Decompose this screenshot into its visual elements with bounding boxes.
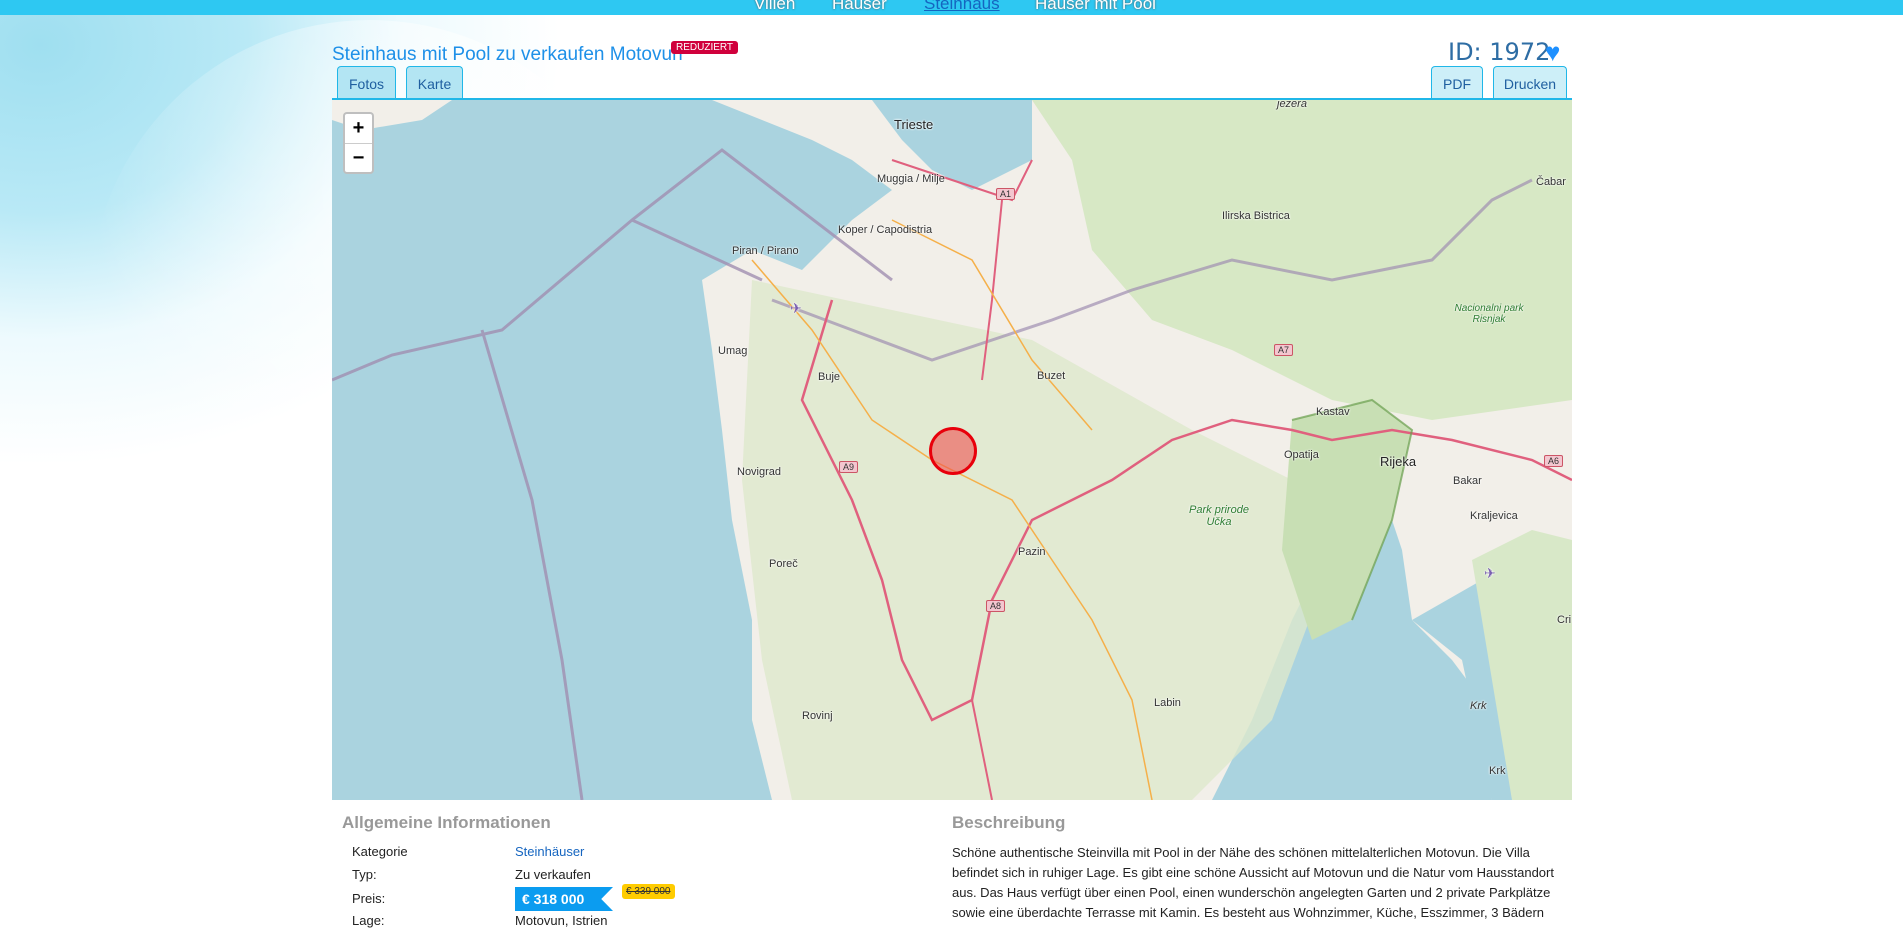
nav-haeuser[interactable]: Häuser [832,0,887,14]
print-button[interactable]: Drucken [1493,66,1567,100]
nav-steinhaus[interactable]: Steinhaus [924,0,1000,14]
map-label: Kastav [1316,406,1350,418]
tab-fotos[interactable]: Fotos [337,66,396,100]
airport-icon: ✈ [790,300,802,316]
heart-icon[interactable]: ♥ [1545,37,1560,68]
map-label: Muggia / Milje [877,173,945,185]
info-label: Typ: [352,867,377,882]
pdf-button[interactable]: PDF [1431,66,1483,100]
map[interactable]: + − Trieste Muggia / Milje Koper / Capod… [332,100,1572,800]
map-label: Krk [1489,765,1506,777]
road-shield: A6 [1544,455,1564,467]
property-id: ID: 1972 [1448,38,1551,66]
reduced-badge: REDUZIERT [671,41,739,54]
road-shield: A9 [839,461,859,473]
map-label: Krk [1470,700,1487,712]
map-label: Opatija [1284,449,1319,461]
price-tag: € 318 000 [515,887,613,911]
map-label: Čabar [1536,176,1566,188]
map-label: Piran / Pirano [732,245,799,257]
road-shield: A7 [1274,344,1294,356]
info-value: Motovun, Istrien [515,913,608,928]
zoom-in-button[interactable]: + [345,114,372,143]
page-title: Steinhaus mit Pool zu verkaufen Motovun [332,44,683,65]
map-label: Buzet [1037,370,1066,382]
map-label: Buje [818,371,841,383]
map-label: Bakar [1453,475,1482,487]
top-nav: Villen Häuser Steinhaus Häuser mit Pool [0,0,1903,15]
info-label: Preis: [352,891,386,906]
old-price: € 339 000 [622,884,675,899]
category-link[interactable]: Steinhäuser [515,844,584,859]
map-label: Ilirska Bistrica [1222,210,1290,222]
map-label: Rovinj [802,710,833,722]
map-label: Poreč [769,558,798,570]
info-label: Kategorie [352,844,408,859]
map-label: Umag [718,345,748,357]
description-text: Schöne authentische Steinvilla mit Pool … [952,845,1554,920]
map-label: Pazin [1018,546,1046,558]
road-shield: A8 [986,600,1006,612]
map-label: Nacionalni park Risnjak [1454,303,1524,325]
info-heading: Allgemeine Informationen [342,813,551,832]
map-label: Koper / Capodistria [838,224,933,236]
airport-icon: ✈ [1484,565,1496,581]
map-label: Labin [1154,697,1181,709]
info-value: Zu verkaufen [515,867,591,882]
tab-karte[interactable]: Karte [406,66,463,100]
map-label: Kraljevica [1470,510,1518,522]
zoom-controls: + − [343,112,374,174]
map-label: jezera [1277,100,1307,110]
map-label: Park prirode Učka [1189,504,1249,528]
description-heading: Beschreibung [952,813,1066,832]
info-label: Lage: [352,913,385,928]
nav-haeuser-mit-pool[interactable]: Häuser mit Pool [1035,0,1156,14]
map-label: Trieste [894,117,934,132]
map-label: Cri [1557,614,1572,626]
location-marker[interactable] [929,427,977,475]
map-label: Novigrad [737,466,782,478]
map-label: Rijeka [1380,454,1417,469]
nav-villen[interactable]: Villen [754,0,795,14]
zoom-out-button[interactable]: − [345,143,372,172]
road-shield: A1 [996,188,1016,200]
